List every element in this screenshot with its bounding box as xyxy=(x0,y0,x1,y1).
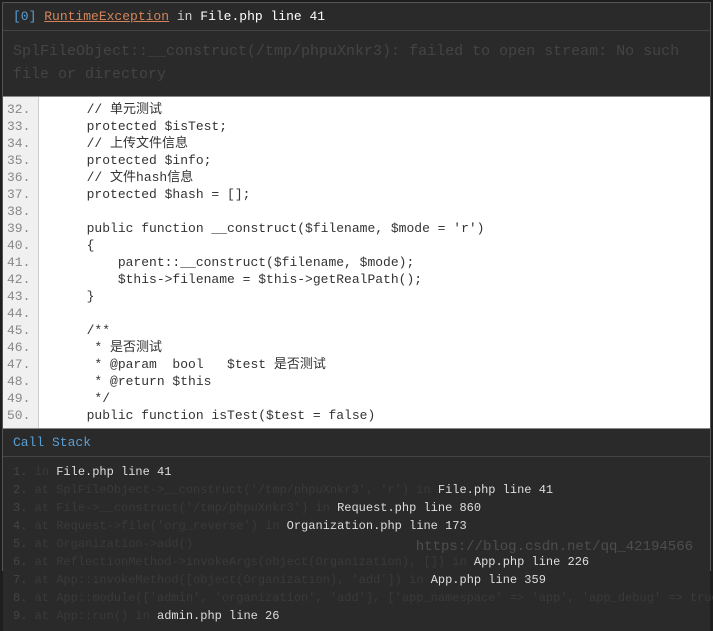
code-line: protected $isTest; xyxy=(55,118,710,135)
line-number: 45. xyxy=(7,322,30,339)
error-message: SplFileObject::__construct(/tmp/phpuXnkr… xyxy=(3,31,710,96)
code-line: public function isTest($test = false) xyxy=(55,407,710,424)
line-number: 47. xyxy=(7,356,30,373)
stack-file-link[interactable]: App.php line 359 xyxy=(431,573,546,587)
code-line: public function __construct($filename, $… xyxy=(55,220,710,237)
code-line: protected $info; xyxy=(55,152,710,169)
stack-frame[interactable]: 4. at Request->file('org_reverse') in Or… xyxy=(13,517,700,535)
code-line: // 文件hash信息 xyxy=(55,169,710,186)
code-line: { xyxy=(55,237,710,254)
line-number: 36. xyxy=(7,169,30,186)
line-number: 42. xyxy=(7,271,30,288)
stack-frame[interactable]: 1. in File.php line 41 xyxy=(13,463,700,481)
code-line: parent::__construct($filename, $mode); xyxy=(55,254,710,271)
stack-number: 7. xyxy=(13,573,35,587)
code-line: * @return $this xyxy=(55,373,710,390)
stack-context: at App::module(['admin', 'organization',… xyxy=(35,591,713,605)
exception-index: [0] xyxy=(13,9,36,24)
source-code: // 单元测试 protected $isTest; // 上传文件信息 pro… xyxy=(39,97,710,428)
stack-number: 6. xyxy=(13,555,35,569)
stack-number: 3. xyxy=(13,501,35,515)
stack-file-link[interactable]: File.php line 41 xyxy=(56,465,171,479)
line-number: 43. xyxy=(7,288,30,305)
stack-file-link[interactable]: Organization.php line 173 xyxy=(287,519,467,533)
error-panel: [0] RuntimeException in File.php line 41… xyxy=(2,2,711,571)
line-number: 44. xyxy=(7,305,30,322)
stack-context: in xyxy=(35,465,57,479)
exception-name[interactable]: RuntimeException xyxy=(44,9,169,24)
line-number: 37. xyxy=(7,186,30,203)
stack-file-link[interactable]: admin.php line 26 xyxy=(157,609,279,623)
line-number: 41. xyxy=(7,254,30,271)
stack-number: 1. xyxy=(13,465,35,479)
stack-number: 9. xyxy=(13,609,35,623)
stack-context: at Request->file('org_reverse') in xyxy=(35,519,287,533)
line-number: 39. xyxy=(7,220,30,237)
code-line xyxy=(55,203,710,220)
stack-frame[interactable]: 7. at App::invokeMethod([object(Organiza… xyxy=(13,571,700,589)
line-number: 46. xyxy=(7,339,30,356)
stack-context: at App::run() in xyxy=(35,609,157,623)
code-line xyxy=(55,305,710,322)
watermark: https://blog.csdn.net/qq_42194566 xyxy=(416,539,693,555)
code-line: protected $hash = []; xyxy=(55,186,710,203)
code-line: * 是否测试 xyxy=(55,339,710,356)
line-number: 40. xyxy=(7,237,30,254)
line-number: 49. xyxy=(7,390,30,407)
in-label: in xyxy=(177,9,193,24)
stack-frame[interactable]: 9. at App::run() in admin.php line 26 xyxy=(13,607,700,625)
code-line: */ xyxy=(55,390,710,407)
stack-context: at File->__construct('/tmp/phpuXnkr3') i… xyxy=(35,501,337,515)
code-line: // 单元测试 xyxy=(55,101,710,118)
stack-number: 2. xyxy=(13,483,35,497)
code-line: /** xyxy=(55,322,710,339)
stack-frame[interactable]: 2. at SplFileObject->__construct('/tmp/p… xyxy=(13,481,700,499)
stack-file-link[interactable]: Request.php line 860 xyxy=(337,501,481,515)
line-number: 38. xyxy=(7,203,30,220)
code-line: * @param bool $test 是否测试 xyxy=(55,356,710,373)
code-line: $this->filename = $this->getRealPath(); xyxy=(55,271,710,288)
code-block: 32.33.34.35.36.37.38.39.40.41.42.43.44.4… xyxy=(3,96,710,429)
stack-file-link[interactable]: File.php line 41 xyxy=(438,483,553,497)
stack-context: at SplFileObject->__construct('/tmp/phpu… xyxy=(35,483,438,497)
stack-file-link[interactable]: App.php line 226 xyxy=(474,555,589,569)
stack-number: 5. xyxy=(13,537,35,551)
line-number: 32. xyxy=(7,101,30,118)
file-reference[interactable]: File.php line 41 xyxy=(200,9,325,24)
line-number: 48. xyxy=(7,373,30,390)
stack-context: at ReflectionMethod->invokeArgs(object(O… xyxy=(35,555,474,569)
line-number: 50. xyxy=(7,407,30,424)
stack-frame[interactable]: 8. at App::module(['admin', 'organizatio… xyxy=(13,589,700,607)
line-number: 33. xyxy=(7,118,30,135)
stack-frame[interactable]: 3. at File->__construct('/tmp/phpuXnkr3'… xyxy=(13,499,700,517)
callstack-header: Call Stack xyxy=(3,429,710,457)
exception-header: [0] RuntimeException in File.php line 41 xyxy=(3,3,710,31)
stack-frame[interactable]: 6. at ReflectionMethod->invokeArgs(objec… xyxy=(13,553,700,571)
code-line: } xyxy=(55,288,710,305)
stack-number: 8. xyxy=(13,591,35,605)
line-number: 35. xyxy=(7,152,30,169)
line-number: 34. xyxy=(7,135,30,152)
code-line: // 上传文件信息 xyxy=(55,135,710,152)
stack-number: 4. xyxy=(13,519,35,533)
line-numbers: 32.33.34.35.36.37.38.39.40.41.42.43.44.4… xyxy=(3,97,39,428)
stack-context: at Organization->add() xyxy=(35,537,193,551)
stack-context: at App::invokeMethod([object(Organizatio… xyxy=(35,573,431,587)
